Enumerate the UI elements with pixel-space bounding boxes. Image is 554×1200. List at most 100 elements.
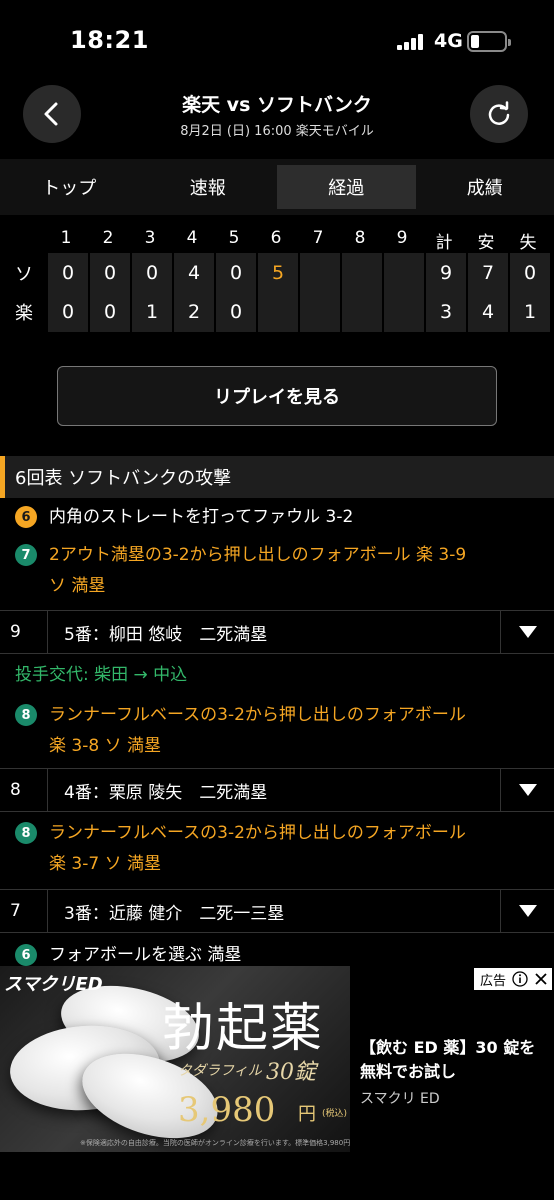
inning-header: 6回表 ソフトバンクの攻撃 bbox=[0, 456, 554, 498]
inning-header-cell: 6 bbox=[270, 228, 282, 248]
score-cell bbox=[384, 253, 424, 293]
network-type: 4G bbox=[434, 30, 463, 52]
ad-title[interactable]: 【飲む ED 薬】30 錠を無料でお試し bbox=[360, 1036, 550, 1084]
expand-button[interactable] bbox=[500, 890, 554, 932]
score-cell bbox=[258, 292, 298, 332]
score-cell: 1 bbox=[132, 292, 172, 332]
score-cell: 0 bbox=[216, 253, 256, 293]
refresh-button[interactable] bbox=[470, 85, 528, 143]
signal-icon bbox=[397, 34, 427, 50]
expand-button[interactable] bbox=[500, 769, 554, 811]
event-text-line2: 楽 3-7 ソ 満塁 bbox=[49, 854, 161, 874]
ad-count: 30錠 bbox=[266, 1060, 316, 1085]
ad-price: 3,980 bbox=[178, 1090, 276, 1130]
ad-choices[interactable]: 広告 bbox=[474, 968, 552, 990]
tab-bar: トップ 速報 経過 成績 bbox=[0, 159, 554, 215]
batter-row[interactable]: 8 4番：栗原 陵矢 二死満塁 bbox=[0, 768, 554, 812]
inning-header-cell: 2 bbox=[102, 228, 114, 248]
caret-down-icon bbox=[518, 784, 537, 796]
score-cell: 1 bbox=[510, 292, 550, 332]
ad-fine-print: ※保険適応外の自由診療。当院の医師がオンライン診療を行います。標準価格3,980… bbox=[80, 1139, 350, 1147]
inning-header-cell: 5 bbox=[228, 228, 240, 248]
score-cell bbox=[300, 253, 340, 293]
score-cell: 2 bbox=[174, 292, 214, 332]
pitch-count-badge: 8 bbox=[15, 704, 37, 726]
batter-row[interactable]: 7 3番：近藤 健介 二死一三塁 bbox=[0, 889, 554, 933]
ad-sponsor: スマクリ ED bbox=[360, 1091, 440, 1107]
score-cell: 0 bbox=[90, 253, 130, 293]
pitch-count-badge: 6 bbox=[15, 506, 37, 528]
expand-button[interactable] bbox=[500, 611, 554, 653]
score-cell: 0 bbox=[216, 292, 256, 332]
batter-name: 5番：柳田 悠岐 二死満塁 bbox=[64, 624, 268, 645]
score-cell: 3 bbox=[426, 292, 466, 332]
event-text-line1: ランナーフルベースの3-2から押し出しのフォアボール bbox=[49, 823, 466, 843]
replay-button[interactable]: リプレイを見る bbox=[57, 366, 497, 426]
pitch-count-badge: 6 bbox=[15, 944, 37, 966]
event-text-line1: 2アウト満塁の3-2から押し出しのフォアボール 楽 3-9 bbox=[49, 545, 467, 565]
inning-header-cell: 計 bbox=[435, 233, 453, 253]
score-cell: 0 bbox=[48, 292, 88, 332]
event-text-line2: ソ 満塁 bbox=[49, 576, 106, 596]
inning-header-cell: 1 bbox=[60, 228, 72, 248]
play-event: 6 内角のストレートを打ってファウル 3-2 bbox=[0, 502, 554, 533]
tab-progress[interactable]: 経過 bbox=[277, 165, 416, 209]
ad-yen: 円 bbox=[298, 1104, 316, 1125]
caret-down-icon bbox=[518, 905, 537, 917]
inning-header-cell: 8 bbox=[354, 228, 366, 248]
play-event: 8 ランナーフルベースの3-2から押し出しのフォアボール 楽 3-8 ソ 満塁 bbox=[0, 700, 554, 762]
ad-image[interactable]: スマクリED 勃起薬 タダラフィル 30錠 3,980 円 (税込) ※保険適応… bbox=[0, 966, 350, 1152]
event-text: 内角のストレートを打ってファウル 3-2 bbox=[49, 507, 354, 527]
team-abbrev: ソ bbox=[15, 264, 33, 285]
tab-top[interactable]: トップ bbox=[0, 159, 139, 215]
batter-name: 4番：栗原 陵矢 二死満塁 bbox=[64, 782, 268, 803]
inning-header-cell: 安 bbox=[477, 233, 495, 253]
score-cell bbox=[342, 292, 382, 332]
pitcher-change-text: 投手交代: 柴田 → 中込 bbox=[15, 665, 188, 685]
inning-header-cell: 4 bbox=[186, 228, 198, 248]
score-cell: 7 bbox=[468, 253, 508, 293]
batter-order: 8 bbox=[0, 769, 48, 811]
score-cell bbox=[300, 292, 340, 332]
play-event: 8 ランナーフルベースの3-2から押し出しのフォアボール 楽 3-7 ソ 満塁 bbox=[0, 818, 554, 880]
ad-label: 広告 bbox=[480, 973, 507, 989]
pitcher-change: 投手交代: 柴田 → 中込 bbox=[0, 660, 554, 691]
score-cell: 9 bbox=[426, 253, 466, 293]
battery-icon bbox=[467, 31, 511, 52]
score-cell bbox=[384, 292, 424, 332]
score-cell: 5 bbox=[258, 253, 298, 293]
inning-header-cell: 失 bbox=[519, 233, 537, 253]
ad-brand-logo: スマクリED bbox=[4, 974, 103, 995]
inning-header-cell: 9 bbox=[396, 228, 408, 248]
event-text-line1: ランナーフルベースの3-2から押し出しのフォアボール bbox=[49, 705, 466, 725]
score-cell: 4 bbox=[174, 253, 214, 293]
score-cell: 4 bbox=[468, 292, 508, 332]
refresh-icon bbox=[488, 101, 510, 125]
pitch-count-badge: 8 bbox=[15, 822, 37, 844]
play-event: 7 2アウト満塁の3-2から押し出しのフォアボール 楽 3-9 ソ 満塁 bbox=[0, 540, 554, 602]
batter-order: 7 bbox=[0, 890, 48, 932]
status-bar: 18:21 4G bbox=[0, 0, 554, 80]
pitch-count-badge: 7 bbox=[15, 544, 37, 566]
batter-name: 3番：近藤 健介 二死一三塁 bbox=[64, 903, 285, 924]
caret-down-icon bbox=[518, 626, 537, 638]
inning-header-cell: 3 bbox=[144, 228, 156, 248]
clock: 18:21 bbox=[70, 26, 149, 54]
batter-row[interactable]: 9 5番：柳田 悠岐 二死満塁 bbox=[0, 610, 554, 654]
ad-headline: 勃起薬 bbox=[162, 999, 325, 1059]
score-cell: 0 bbox=[48, 253, 88, 293]
score-cell bbox=[342, 253, 382, 293]
close-icon[interactable] bbox=[534, 972, 548, 986]
event-text: フォアボールを選ぶ 満塁 bbox=[49, 945, 242, 965]
tab-stats[interactable]: 成績 bbox=[416, 159, 554, 215]
ad-banner[interactable]: スマクリED 勃起薬 タダラフィル 30錠 3,980 円 (税込) ※保険適応… bbox=[0, 966, 554, 1152]
event-text-line2: 楽 3-8 ソ 満塁 bbox=[49, 736, 161, 756]
inning-header-cell: 7 bbox=[312, 228, 324, 248]
tab-live[interactable]: 速報 bbox=[139, 159, 278, 215]
ad-drug-name: タダラフィル bbox=[178, 1063, 262, 1079]
score-cell: 0 bbox=[90, 292, 130, 332]
bottom-safe-area bbox=[0, 1152, 554, 1200]
score-cell: 0 bbox=[132, 253, 172, 293]
info-icon[interactable] bbox=[512, 971, 528, 987]
score-cell: 0 bbox=[510, 253, 550, 293]
